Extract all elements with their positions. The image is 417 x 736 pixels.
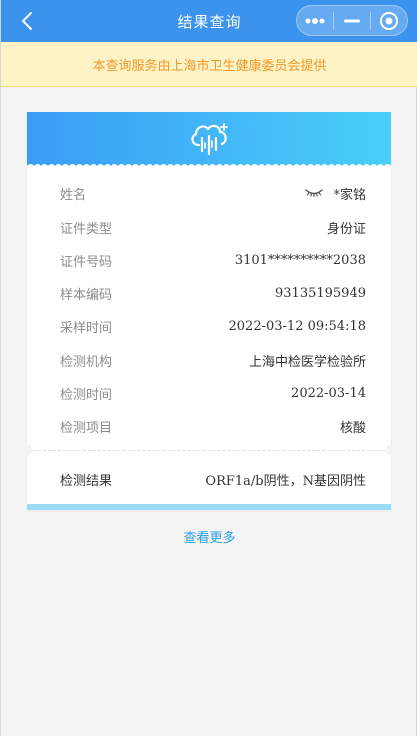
scallop-edge: [27, 164, 391, 170]
row-id-number: 证件号码 3101**********2038: [27, 249, 391, 271]
row-value: 93135195949: [275, 285, 366, 301]
row-label: 采样时间: [60, 320, 113, 336]
close-target-icon: [380, 11, 398, 30]
more-dots-icon: [305, 17, 325, 24]
row-id-type: 证件类型 身份证: [27, 216, 391, 238]
card-bottom-bar: [27, 504, 391, 510]
minimize-icon: [344, 19, 360, 22]
row-value: ORF1a/b阴性，N基因阴性: [205, 473, 366, 489]
back-button[interactable]: [15, 10, 39, 32]
row-label: 样本编码: [60, 287, 113, 303]
card-notch-left: [22, 444, 32, 456]
phone-frame: 结果查询 本查询服务由上海市卫生健康委员会提供 姓名 *家铭 证件类型 身份证 …: [0, 0, 417, 736]
row-label: 检测结果: [60, 473, 113, 489]
row-test-result: 检测结果 ORF1a/b阴性，N基因阴性: [27, 468, 391, 490]
row-label: 检测项目: [60, 420, 113, 436]
row-value: 2022-03-12 09:54:18: [228, 318, 366, 334]
result-card: 姓名 *家铭 证件类型 身份证 证件号码 3101**********2038 …: [22, 112, 396, 510]
row-testing-org: 检测机构 上海中检医学检验所: [27, 349, 391, 371]
view-more-link[interactable]: 查看更多: [1, 527, 417, 547]
nav-bar: 结果查询: [1, 0, 417, 42]
card-header: [27, 112, 391, 170]
cloud-rain-icon: [191, 123, 228, 156]
row-value: 上海中检医学检验所: [248, 354, 366, 370]
minimize-button[interactable]: [334, 6, 370, 35]
row-label: 证件类型: [60, 221, 113, 237]
row-name: 姓名 *家铭: [27, 182, 391, 204]
dashed-divider: [33, 450, 385, 451]
row-sample-code: 样本编码 93135195949: [27, 282, 391, 304]
back-arrow-icon: [22, 12, 32, 30]
service-notice: 本查询服务由上海市卫生健康委员会提供: [1, 42, 417, 87]
card-notch-right: [386, 444, 396, 456]
close-button[interactable]: [371, 6, 407, 35]
row-value: 身份证: [326, 221, 366, 237]
more-button[interactable]: [297, 6, 333, 35]
mini-program-capsule: [296, 5, 408, 36]
row-label: 检测机构: [60, 354, 113, 370]
row-test-item: 检测项目 核酸: [27, 415, 391, 437]
row-sampling-time: 采样时间 2022-03-12 09:54:18: [27, 315, 391, 337]
row-value: *家铭: [305, 184, 366, 203]
row-value: 3101**********2038: [234, 252, 366, 268]
row-label: 证件号码: [60, 254, 113, 270]
row-testing-time: 检测时间 2022-03-14: [27, 382, 391, 404]
row-value: 2022-03-14: [291, 385, 366, 401]
page-title: 结果查询: [177, 12, 242, 31]
name-value: *家铭: [333, 187, 366, 203]
row-label: 姓名: [60, 187, 87, 203]
eye-closed-icon[interactable]: [305, 186, 324, 201]
row-value: 核酸: [339, 420, 366, 436]
row-label: 检测时间: [60, 387, 113, 403]
